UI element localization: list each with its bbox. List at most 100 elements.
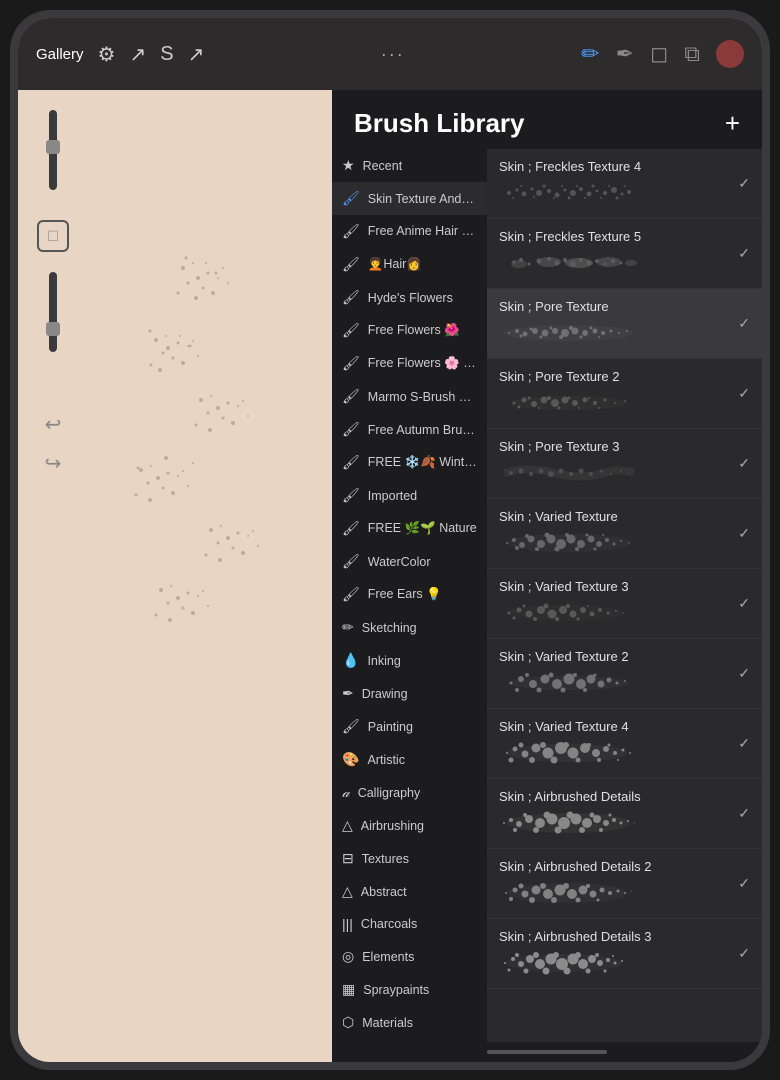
brush-item-pore-texture[interactable]: Skin ; Pore Texture [487, 289, 762, 359]
transform-icon[interactable]: ↗ [129, 42, 146, 67]
brush-preview [499, 458, 639, 488]
sidebar-item-recent[interactable]: ★ Recent [332, 149, 487, 182]
brush-preview [499, 598, 639, 628]
brush-preview [499, 318, 639, 348]
sidebar-item-elements[interactable]: ◎ Elements [332, 940, 487, 973]
sidebar-item-free-winter[interactable]: 🖌 FREE ❄️🍂 Winter N… [332, 446, 487, 479]
brush-item-airbrushed[interactable]: Skin ; Airbrushed Details [487, 779, 762, 849]
sidebar-item-spraypaints[interactable]: ▦ Spraypaints [332, 973, 487, 1006]
brush-info: Skin ; Varied Texture 3 [499, 579, 730, 628]
brush-info: Skin ; Pore Texture 3 [499, 439, 730, 488]
sidebar-item-free-ears[interactable]: 🖌 Free Ears 💡 [332, 578, 487, 611]
brush-info: Skin ; Varied Texture [499, 509, 730, 558]
sidebar-item-free-autumn[interactable]: 🖌 Free Autumn Brushes… [332, 413, 487, 446]
brush-check-icon: ✓ [738, 525, 750, 542]
redo-button[interactable]: ↪ [45, 451, 62, 476]
sidebar-item-label: Free Flowers 🌸 V.2 [368, 356, 477, 371]
sidebar-item-painting[interactable]: 🖌 Painting [332, 710, 487, 743]
painting-icon: 🖌 [342, 718, 360, 735]
more-menu[interactable]: ··· [381, 44, 405, 65]
sidebar-item-calligraphy[interactable]: 𝒶 Calligraphy [332, 776, 487, 809]
brush-size-thumb[interactable] [46, 140, 60, 154]
brush-item-freckles5[interactable]: Skin ; Freckles Texture 5 [487, 219, 762, 289]
undo-button[interactable]: ↩ [45, 412, 62, 437]
brush-size-slider[interactable] [49, 110, 57, 190]
pen-tool[interactable]: ✏ [581, 41, 599, 67]
brush-item-airbrushed3[interactable]: Skin ; Airbrushed Details 3 [487, 919, 762, 989]
pencil-icon: ✏ [342, 619, 354, 636]
sidebar-item-label: FREE 🌿🌱 Nature [368, 521, 477, 536]
move-icon[interactable]: ↗ [188, 42, 205, 67]
brush-item-varied-texture2[interactable]: Skin ; Varied Texture 2 [487, 639, 762, 709]
sidebar-item-label: Textures [362, 852, 409, 866]
brush-name: Skin ; Airbrushed Details 3 [499, 929, 730, 944]
ink-icon: 💧 [342, 652, 359, 669]
brush-icon-12: 🖌 [342, 553, 360, 570]
brush-item-varied-texture[interactable]: Skin ; Varied Texture [487, 499, 762, 569]
sidebar-item-materials[interactable]: ⬡ Materials [332, 1006, 487, 1039]
canvas-tool[interactable]: ☐ [37, 220, 69, 252]
brush-item-pore-texture2[interactable]: Skin ; Pore Texture 2 [487, 359, 762, 429]
sidebar-item-label: Hyde's Flowers [368, 291, 453, 305]
sidebar-item-skin-texture[interactable]: 🖌 Skin Texture And Por… [332, 182, 487, 215]
sidebar-item-sketching[interactable]: ✏ Sketching [332, 611, 487, 644]
sidebar-item-hair[interactable]: 🖌 🧑‍🦱Hair👩 [332, 248, 487, 281]
brush-name: Skin ; Varied Texture 3 [499, 579, 730, 594]
select-icon[interactable]: S [160, 43, 173, 66]
spraypaints-icon: ▦ [342, 981, 355, 998]
sidebar-item-free-nature[interactable]: 🖌 FREE 🌿🌱 Nature [332, 512, 487, 545]
sidebar-item-hydes-flowers[interactable]: 🖌 Hyde's Flowers [332, 281, 487, 314]
eraser-tool[interactable]: ◻ [650, 41, 668, 67]
add-brush-button[interactable]: + [725, 108, 740, 139]
elements-icon: ◎ [342, 948, 354, 965]
airbrush-icon: △ [342, 817, 353, 834]
sidebar-item-drawing[interactable]: ✒ Drawing [332, 677, 487, 710]
brush-info: Skin ; Varied Texture 4 [499, 719, 730, 768]
sidebar-item-airbrushing[interactable]: △ Airbrushing [332, 809, 487, 842]
brush-check-icon: ✓ [738, 315, 750, 332]
calligraphy-icon: 𝒶 [342, 784, 350, 801]
sidebar-item-imported[interactable]: 🖌 Imported [332, 479, 487, 512]
brush-panel: Brush Library + ★ Recent 🖌 Skin Texture … [332, 90, 762, 1062]
color-picker[interactable] [716, 40, 744, 68]
materials-icon: ⬡ [342, 1014, 354, 1031]
opacity-slider[interactable] [49, 272, 57, 352]
brush-item-freckles4[interactable]: Skin ; Freckles Texture 4 [487, 149, 762, 219]
sidebar-item-label: Airbrushing [361, 819, 424, 833]
sidebar-item-free-flowers2[interactable]: 🖌 Free Flowers 🌸 V.2 [332, 347, 487, 380]
sidebar-item-label: Marmo S-Brush Pack [368, 390, 477, 404]
brush-icon-3: 🖌 [342, 256, 360, 273]
sidebar-item-label: Free Flowers 🌺 [368, 323, 460, 338]
sidebar-item-inking[interactable]: 💧 Inking [332, 644, 487, 677]
textures-icon: ⊟ [342, 850, 354, 867]
layers-tool[interactable]: ⧉ [684, 41, 700, 67]
sidebar-item-marmo[interactable]: 🖌 Marmo S-Brush Pack [332, 380, 487, 413]
brush-item-airbrushed2[interactable]: Skin ; Airbrushed Details 2 [487, 849, 762, 919]
sidebar-item-watercolor[interactable]: 🖌 WaterColor [332, 545, 487, 578]
brush-item-varied-texture3[interactable]: Skin ; Varied Texture 3 [487, 569, 762, 639]
sidebar-item-textures[interactable]: ⊟ Textures [332, 842, 487, 875]
wrench-icon[interactable]: ⚙ [98, 42, 116, 67]
smudge-tool[interactable]: ✒ [616, 41, 634, 67]
brush-item-varied-texture4[interactable]: Skin ; Varied Texture 4 [487, 709, 762, 779]
brush-icon-8: 🖌 [342, 421, 360, 438]
opacity-thumb[interactable] [46, 322, 60, 336]
sidebar-item-free-flowers[interactable]: 🖌 Free Flowers 🌺 [332, 314, 487, 347]
sidebar-item-abstract[interactable]: △ Abstract [332, 875, 487, 908]
brush-preview [499, 388, 639, 418]
brush-name: Skin ; Freckles Texture 4 [499, 159, 730, 174]
brush-preview [499, 248, 639, 278]
brush-name: Skin ; Pore Texture 2 [499, 369, 730, 384]
sidebar-item-label: Imported [368, 489, 417, 503]
sidebar-item-charcoals[interactable]: ||| Charcoals [332, 908, 487, 940]
brush-name: Skin ; Pore Texture 3 [499, 439, 730, 454]
left-sidebar: ☐ ↩ ↪ [18, 90, 88, 1062]
brush-info: Skin ; Airbrushed Details [499, 789, 730, 838]
brush-name: Skin ; Airbrushed Details [499, 789, 730, 804]
sidebar-item-artistic[interactable]: 🎨 Artistic [332, 743, 487, 776]
brush-icon-4: 🖌 [342, 289, 360, 306]
sidebar-item-anime-hair[interactable]: 🖌 Free Anime Hair 🎀 [332, 215, 487, 248]
brush-item-pore-texture3[interactable]: Skin ; Pore Texture 3 [487, 429, 762, 499]
gallery-button[interactable]: Gallery [36, 46, 84, 63]
brush-preview [499, 528, 639, 558]
